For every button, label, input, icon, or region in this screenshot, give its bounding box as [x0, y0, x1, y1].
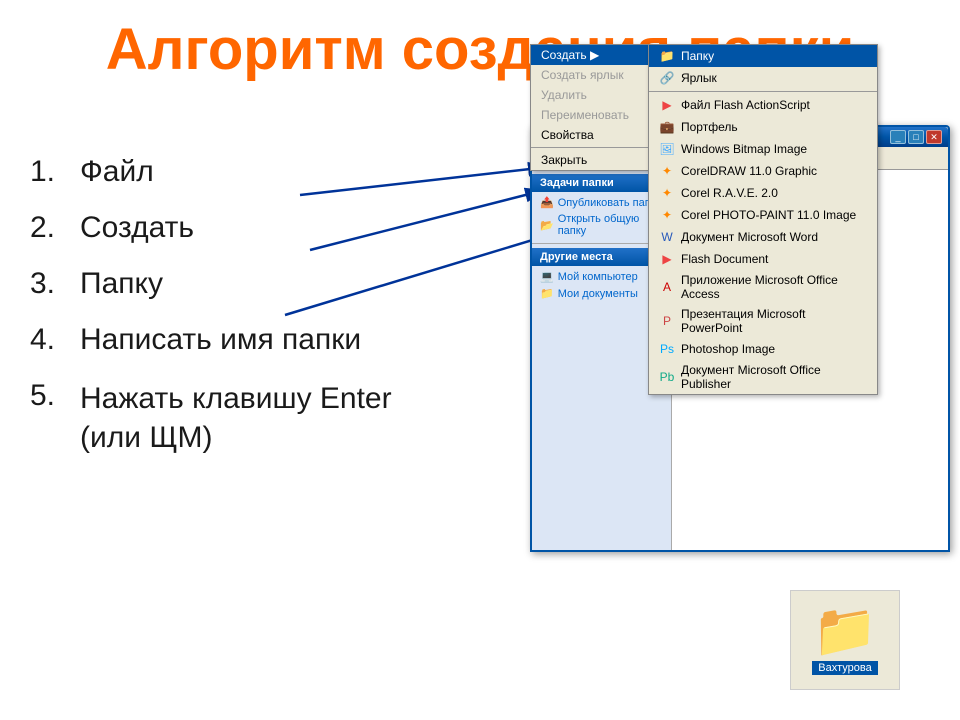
sm-folder-label: Папку	[681, 49, 714, 63]
publish-label: Опубликовать папку	[558, 197, 661, 209]
sm-word[interactable]: W Документ Microsoft Word	[649, 226, 877, 248]
flash-doc-icon: ▶	[659, 251, 675, 267]
step-text: Нажать клавишу Enter(или ЩМ)	[80, 379, 392, 457]
folder-name-label: Вахтурова	[812, 661, 877, 675]
sm-corel-photo[interactable]: ✦ Corel PHOTO-PAINT 11.0 Image	[649, 204, 877, 226]
sm-portfel[interactable]: 💼 Портфель	[649, 116, 877, 138]
docs-icon: 📁	[540, 287, 554, 300]
folder-icon: 📁	[659, 48, 675, 64]
sm-shortcut[interactable]: 🔗 Ярлык	[649, 67, 877, 89]
cm-delete: Удалить	[531, 85, 649, 105]
maximize-button[interactable]: □	[908, 130, 924, 144]
step-number: 1.	[30, 155, 80, 189]
sm-flash-as-label: Файл Flash ActionScript	[681, 98, 810, 112]
minimize-button[interactable]: _	[890, 130, 906, 144]
ppt-icon: P	[659, 313, 675, 329]
steps-list: 1. Файл 2. Создать 3. Папку 4. Написать …	[30, 155, 392, 479]
sm-access-label: Приложение Microsoft Office Access	[681, 273, 867, 301]
sm-photoshop[interactable]: Ps Photoshop Image	[649, 338, 877, 360]
briefcase-icon: 💼	[659, 119, 675, 135]
step-text: Папку	[80, 267, 163, 301]
sm-flash-doc-label: Flash Document	[681, 252, 768, 266]
corel-draw-icon: ✦	[659, 163, 675, 179]
sm-ppt-label: Презентация Microsoft PowerPoint	[681, 307, 867, 335]
folder-large-icon: 📁	[813, 605, 878, 657]
step-number: 5.	[30, 379, 80, 413]
list-item: 5. Нажать клавишу Enter(или ЩМ)	[30, 379, 392, 457]
step-number: 3.	[30, 267, 80, 301]
step-number: 4.	[30, 323, 80, 357]
sm-corel-rave[interactable]: ✦ Corel R.A.V.E. 2.0	[649, 182, 877, 204]
list-item: 2. Создать	[30, 211, 392, 245]
sm-divider1	[649, 91, 877, 92]
sm-publisher[interactable]: Pb Документ Microsoft Office Publisher	[649, 360, 877, 394]
cm-properties[interactable]: Свойства	[531, 125, 649, 145]
sm-word-label: Документ Microsoft Word	[681, 230, 818, 244]
shared-icon: 📂	[540, 219, 554, 232]
corel-photo-icon: ✦	[659, 207, 675, 223]
sm-flash-as[interactable]: ▶ Файл Flash ActionScript	[649, 94, 877, 116]
flash-as-icon: ▶	[659, 97, 675, 113]
my-documents-label: Мои документы	[558, 288, 638, 300]
publish-icon: 📤	[540, 196, 554, 209]
sm-bitmap[interactable]: 🖼 Windows Bitmap Image	[649, 138, 877, 160]
cm-divider	[531, 147, 649, 148]
window-controls: _ □ ✕	[890, 130, 942, 144]
shortcut-icon: 🔗	[659, 70, 675, 86]
access-icon: A	[659, 279, 675, 295]
sm-corel-photo-label: Corel PHOTO-PAINT 11.0 Image	[681, 208, 856, 222]
word-icon: W	[659, 229, 675, 245]
bitmap-icon: 🖼	[659, 141, 675, 157]
sm-coreldraw-label: CorelDRAW 11.0 Graphic	[681, 164, 817, 178]
cm-rename: Переименовать	[531, 105, 649, 125]
context-menu: Создать ▶ Создать ярлык Удалить Переимен…	[530, 44, 650, 171]
my-computer-label: Мой компьютер	[558, 271, 638, 283]
sm-pub-label: Документ Microsoft Office Publisher	[681, 363, 867, 391]
list-item: 1. Файл	[30, 155, 392, 189]
sm-access[interactable]: A Приложение Microsoft Office Access	[649, 270, 877, 304]
sm-corel-rave-label: Corel R.A.V.E. 2.0	[681, 186, 778, 200]
sm-flash-doc[interactable]: ▶ Flash Document	[649, 248, 877, 270]
folder-box: 📁 Вахтурова	[790, 590, 900, 690]
publisher-icon: Pb	[659, 369, 675, 385]
create-submenu: 📁 Папку 🔗 Ярлык ▶ Файл Flash ActionScrip…	[648, 44, 878, 395]
photoshop-icon: Ps	[659, 341, 675, 357]
sm-powerpoint[interactable]: P Презентация Microsoft PowerPoint	[649, 304, 877, 338]
close-button[interactable]: ✕	[926, 130, 942, 144]
sm-bitmap-label: Windows Bitmap Image	[681, 142, 807, 156]
list-item: 4. Написать имя папки	[30, 323, 392, 357]
sm-folder[interactable]: 📁 Папку	[649, 45, 877, 67]
cm-create-shortcut: Создать ярлык	[531, 65, 649, 85]
cm-close[interactable]: Закрыть	[531, 150, 649, 170]
sm-ps-label: Photoshop Image	[681, 342, 775, 356]
step-text: Файл	[80, 155, 154, 189]
computer-icon: 💻	[540, 270, 554, 283]
corel-rave-icon: ✦	[659, 185, 675, 201]
sm-shortcut-label: Ярлык	[681, 71, 717, 85]
sm-coreldraw[interactable]: ✦ CorelDRAW 11.0 Graphic	[649, 160, 877, 182]
cm-create[interactable]: Создать ▶	[531, 45, 649, 65]
list-item: 3. Папку	[30, 267, 392, 301]
sm-portfel-label: Портфель	[681, 120, 738, 134]
step-text: Написать имя папки	[80, 323, 361, 357]
step-text: Создать	[80, 211, 194, 245]
step-number: 2.	[30, 211, 80, 245]
